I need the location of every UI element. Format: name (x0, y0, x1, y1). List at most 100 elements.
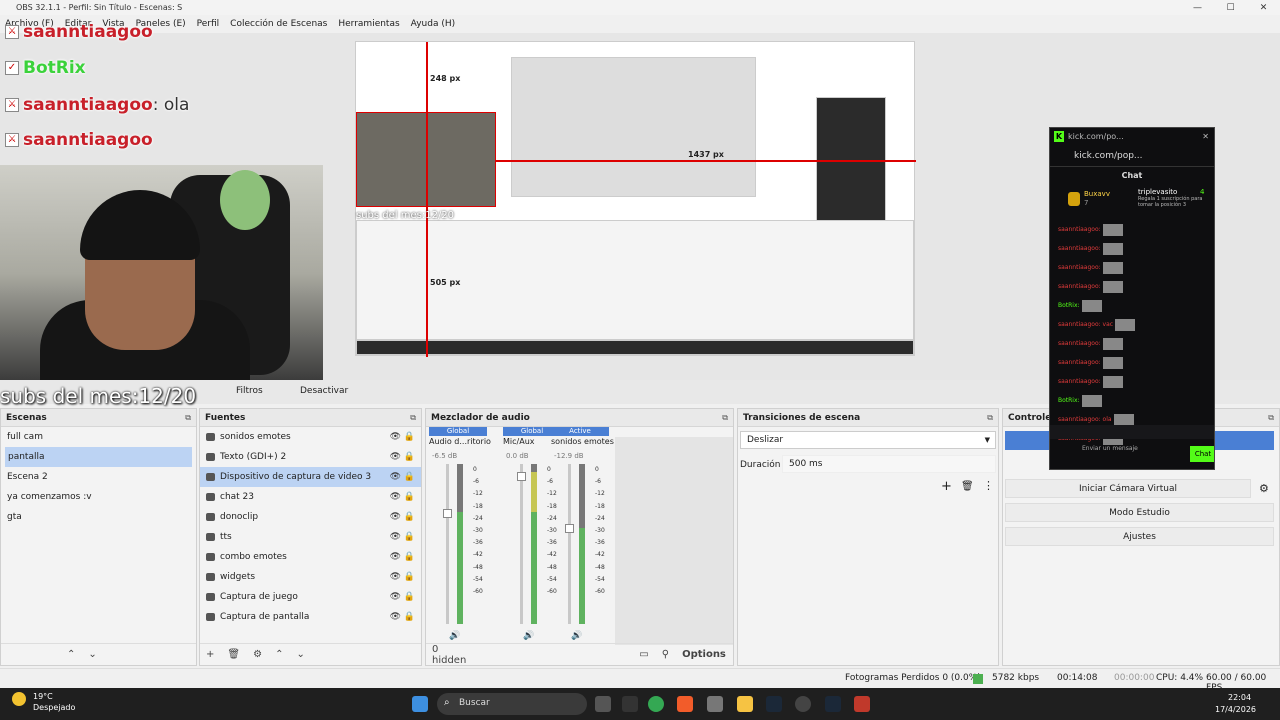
preview-screen-capture[interactable]: 248 px 1437 px 505 px subs del mes:12/20 (355, 41, 916, 357)
more-icon[interactable]: ⋮ (983, 479, 994, 492)
visibility-eye-icon[interactable]: 👁 (390, 487, 401, 507)
disable-button[interactable]: Desactivar (300, 386, 348, 396)
kick-url-bar[interactable]: kick.com/pop... (1050, 146, 1214, 166)
app-icon[interactable] (854, 696, 870, 712)
source-item[interactable]: Captura de juego 👁 🔒 (200, 587, 421, 607)
visibility-eye-icon[interactable]: 👁 (390, 527, 401, 547)
task-view-icon[interactable] (595, 696, 611, 712)
lock-icon[interactable]: 🔒 (404, 507, 415, 527)
close-button[interactable]: ✕ (1247, 3, 1280, 13)
scene-item[interactable]: ya comenzamos :v (1, 487, 196, 507)
menu-coleccion-escenas[interactable]: Colección de Escenas (230, 19, 327, 29)
title-bar: OBS 32.1.1 - Perfil: Sin Título - Escena… (0, 0, 1280, 15)
source-item[interactable]: donoclip 👁 🔒 (200, 507, 421, 527)
kick-close-icon[interactable]: ✕ (1202, 128, 1209, 146)
remove-source-icon[interactable]: 🗑 (227, 649, 240, 660)
visibility-eye-icon[interactable]: 👁 (390, 507, 401, 527)
settings-button[interactable]: Ajustes (1005, 527, 1274, 546)
visibility-eye-icon[interactable]: 👁 (390, 567, 401, 587)
volume-fader-knob[interactable] (517, 471, 526, 481)
add-source-icon[interactable]: + (206, 649, 214, 660)
visibility-eye-icon[interactable]: 👁 (390, 447, 401, 467)
kick-send-button[interactable]: Chat (1190, 446, 1214, 462)
popout-icon[interactable]: ⧉ (410, 409, 416, 427)
menu-herramientas[interactable]: Herramientas (338, 19, 399, 29)
taskbar-search[interactable]: ⌕ Buscar (437, 693, 587, 715)
source-item[interactable]: widgets 👁 🔒 (200, 567, 421, 587)
source-item-selected[interactable]: Dispositivo de captura de video 3 👁 🔒 (200, 467, 421, 487)
source-item[interactable]: tts 👁 🔒 (200, 527, 421, 547)
volume-fader-track[interactable] (520, 464, 523, 624)
studio-mode-button[interactable]: Modo Estudio (1005, 503, 1274, 522)
move-up-icon[interactable]: ⌃ (275, 649, 283, 660)
gear-icon[interactable]: ⚙ (253, 649, 262, 660)
minimize-button[interactable]: — (1181, 3, 1214, 13)
maximize-button[interactable]: ☐ (1214, 3, 1247, 13)
speaker-icon[interactable]: 🔊 (449, 631, 460, 641)
gear-icon[interactable]: ⚙ (1259, 482, 1269, 495)
volume-fader-knob[interactable] (443, 509, 452, 518)
file-explorer-icon[interactable] (737, 696, 753, 712)
source-item[interactable]: combo emotes 👁 🔒 (200, 547, 421, 567)
lock-icon[interactable]: 🔒 (404, 487, 415, 507)
scene-item[interactable]: full cam (1, 427, 196, 447)
transition-select[interactable]: Deslizar ▼ (740, 431, 996, 449)
visibility-eye-icon[interactable]: 👁 (390, 607, 401, 627)
obs-icon[interactable] (795, 696, 811, 712)
lock-icon[interactable]: 🔒 (404, 567, 415, 587)
source-item[interactable]: chat 23 👁 🔒 (200, 487, 421, 507)
scene-item-selected[interactable]: pantalla (5, 447, 192, 467)
scene-item[interactable]: Escena 2 (1, 467, 196, 487)
move-down-icon[interactable]: ⌄ (88, 649, 96, 660)
mixer-options-button[interactable]: Options (682, 649, 726, 660)
brave-icon[interactable] (677, 696, 693, 712)
start-virtual-camera-button[interactable]: Iniciar Cámara Virtual (1005, 479, 1251, 498)
source-item[interactable]: Captura de pantalla 👁 🔒 (200, 607, 421, 627)
volume-fader-track[interactable] (568, 464, 571, 624)
app-icon[interactable] (707, 696, 723, 712)
source-item[interactable]: Texto (GDI+) 2 👁 🔒 (200, 447, 421, 467)
layout-icon[interactable]: ▭ (639, 649, 648, 660)
windows-start-icon[interactable] (412, 696, 428, 712)
duration-spinbox[interactable]: 500 ms (782, 455, 996, 473)
lock-icon[interactable]: 🔒 (404, 427, 415, 447)
popout-icon[interactable]: ⧉ (987, 409, 993, 427)
lock-icon[interactable]: 🔒 (404, 467, 415, 487)
chrome-icon[interactable] (648, 696, 664, 712)
popout-icon[interactable]: ⧉ (185, 409, 191, 427)
volume-fader-track[interactable] (446, 464, 449, 624)
browser-icon (206, 533, 215, 541)
speaker-icon[interactable]: 🔊 (523, 631, 534, 641)
kick-message-input[interactable]: Enviar un mensaje (1056, 443, 1166, 465)
epic-games-icon[interactable] (622, 696, 638, 712)
popout-icon[interactable]: ⧉ (722, 409, 728, 427)
menu-perfil[interactable]: Perfil (197, 19, 220, 29)
menu-ayuda[interactable]: Ayuda (H) (411, 19, 455, 29)
remove-transition-icon[interactable]: 🗑 (961, 481, 974, 492)
lock-icon[interactable]: 🔒 (404, 527, 415, 547)
visibility-eye-icon[interactable]: 👁 (390, 547, 401, 567)
channel-name[interactable]: Audio d...ritorio (429, 437, 491, 446)
steam-icon[interactable] (766, 696, 782, 712)
scene-item[interactable]: gta (1, 507, 196, 527)
add-transition-icon[interactable]: + (941, 479, 952, 494)
popout-icon[interactable]: ⧉ (1268, 409, 1274, 427)
volume-fader-knob[interactable] (565, 524, 574, 533)
channel-name[interactable]: Mic/Aux (503, 437, 535, 446)
lock-icon[interactable]: 🔒 (404, 587, 415, 607)
move-up-icon[interactable]: ⌃ (67, 649, 75, 660)
move-down-icon[interactable]: ⌄ (296, 649, 304, 660)
weather-icon[interactable] (12, 692, 26, 706)
lock-icon[interactable]: 🔒 (404, 547, 415, 567)
steam-icon[interactable] (825, 696, 841, 712)
source-item[interactable]: sonidos emotes 👁 🔒 (200, 427, 421, 447)
link-icon[interactable]: ⚲ (662, 649, 669, 660)
filters-button[interactable]: Filtros (236, 386, 263, 396)
visibility-eye-icon[interactable]: 👁 (390, 587, 401, 607)
channel-name[interactable]: sonidos emotes (551, 437, 614, 446)
visibility-eye-icon[interactable]: 👁 (390, 427, 401, 447)
visibility-eye-icon[interactable]: 👁 (390, 467, 401, 487)
lock-icon[interactable]: 🔒 (404, 447, 415, 467)
speaker-icon[interactable]: 🔊 (571, 631, 582, 641)
lock-icon[interactable]: 🔒 (404, 607, 415, 627)
